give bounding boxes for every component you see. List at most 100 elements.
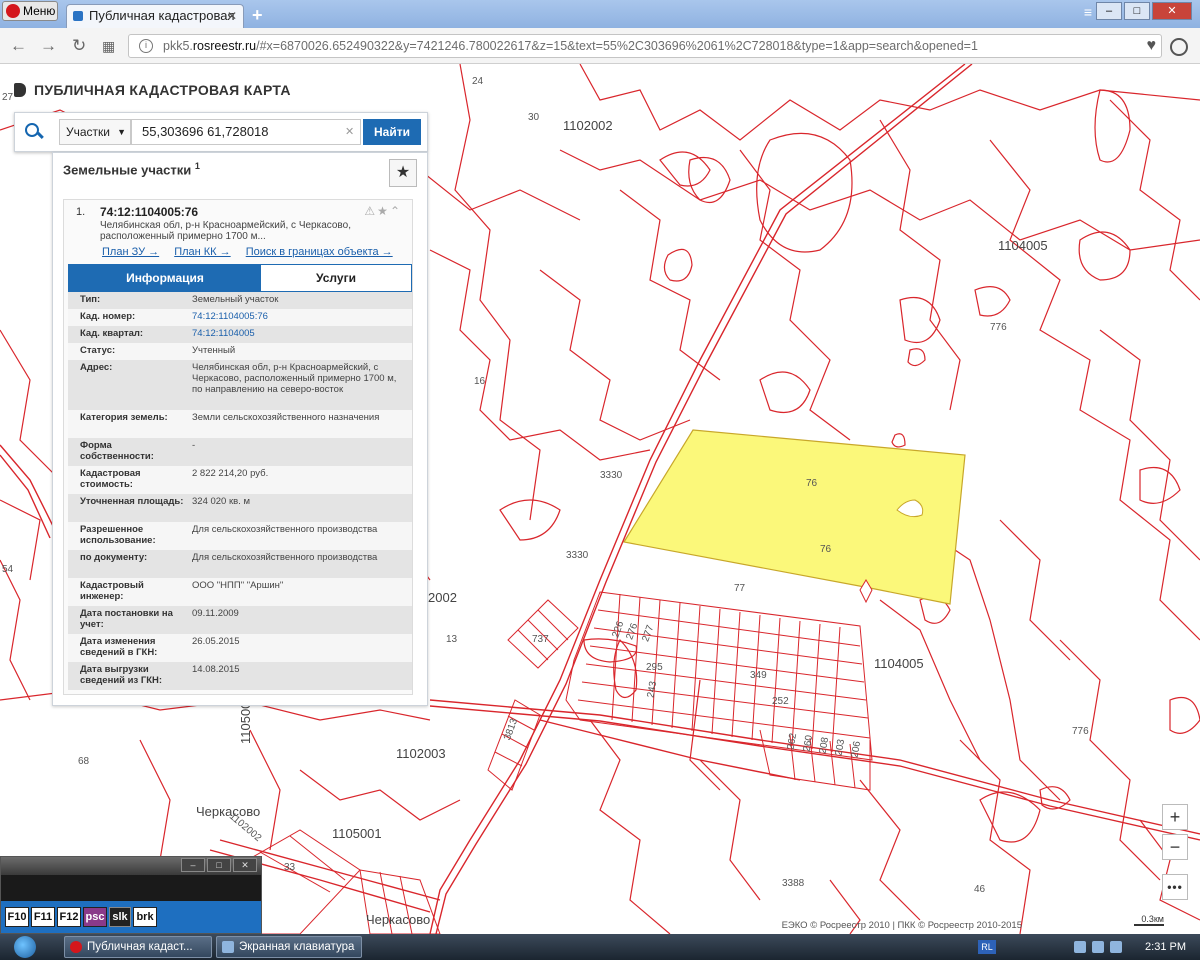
favorite-star-button[interactable]: ★	[389, 159, 417, 187]
clock[interactable]: 2:31 PM	[1145, 934, 1186, 960]
search-type-dropdown[interactable]: Участки ▼	[59, 119, 131, 145]
close-window-icon[interactable]: ✕	[1152, 2, 1192, 20]
back-icon[interactable]: ←	[10, 36, 27, 56]
info-value: 324 020 кв. м	[192, 496, 250, 507]
close-tab-icon[interactable]: ✕	[227, 5, 237, 27]
parcel-index: 1.	[76, 206, 86, 218]
address-bar[interactable]: i pkk5.rosreestr.ru/#x=6870026.652490322…	[128, 34, 1162, 58]
info-key: Категория земель:	[80, 412, 168, 423]
tab-title: Публичная кадастровая	[89, 8, 235, 23]
zoom-out-button[interactable]: −	[1162, 834, 1188, 860]
language-indicator[interactable]: RL	[978, 940, 996, 954]
key-f10[interactable]: F10	[5, 907, 29, 927]
info-row-status: Статус: Учтенный	[68, 343, 412, 360]
info-row-area: Уточненная площадь: 324 020 кв. м	[68, 494, 412, 522]
info-row-registration-date: Дата постановки на учет: 09.11.2009	[68, 606, 412, 634]
browser-tab-strip: Меню Публичная кадастровая ✕ + ≡ – □ ✕	[0, 0, 1200, 28]
minimize-icon[interactable]: –	[1096, 2, 1122, 20]
keyboard-icon	[222, 941, 234, 953]
find-button[interactable]: Найти	[363, 119, 421, 145]
downloads-icon[interactable]	[1170, 38, 1188, 56]
system-tray: RL 2:31 PM	[952, 934, 1192, 960]
taskbar-item-browser[interactable]: Публичная кадаст...	[64, 936, 212, 958]
star-icon[interactable]: ★	[377, 204, 390, 218]
key-f11[interactable]: F11	[31, 907, 55, 927]
start-button[interactable]	[6, 934, 46, 960]
favicon-icon	[73, 11, 83, 21]
osk-window-controls: – □ ✕	[181, 858, 257, 872]
info-key: Тип:	[80, 294, 101, 305]
osk-titlebar[interactable]: – □ ✕	[1, 857, 261, 875]
url-prefix: pkk5.	[163, 39, 193, 53]
windows-taskbar: Публичная кадаст... Экранная клавиатура …	[0, 934, 1200, 960]
key-psc[interactable]: psc	[83, 907, 107, 927]
map-label-1105001: 1105001	[332, 826, 382, 841]
info-key: Кад. квартал:	[80, 328, 144, 339]
zoom-in-button[interactable]: +	[1162, 804, 1188, 830]
map-label-3330b: 3330	[566, 550, 589, 561]
search-in-bounds-link[interactable]: Поиск в границах объекта →	[246, 246, 393, 258]
more-tools-button[interactable]: •••	[1162, 874, 1188, 900]
volume-icon[interactable]	[1092, 941, 1104, 953]
speed-dial-icon[interactable]: ▦	[102, 38, 115, 55]
search-icon[interactable]	[23, 121, 47, 143]
info-value: ООО "НПП" "Аршин"	[192, 580, 284, 591]
collapse-icon[interactable]: ⌃	[390, 204, 402, 218]
info-key: Дата выгрузки сведений из ГКН:	[80, 664, 163, 686]
info-value: Для сельскохозяйственного производства	[192, 552, 378, 563]
map-zoom-controls: + − •••	[1162, 804, 1188, 904]
parcel-cadastral-number[interactable]: 74:12:1104005:76	[100, 205, 198, 219]
map-label-2002: 2002	[428, 590, 457, 605]
info-row-permitted-use: Разрешенное использование: Для сельскохо…	[68, 522, 412, 550]
osk-minimize-icon[interactable]: –	[181, 858, 205, 872]
info-value-link[interactable]: 74:12:1104005:76	[192, 311, 402, 322]
key-brk[interactable]: brk	[133, 907, 157, 927]
tray-icons	[1074, 941, 1122, 953]
taskbar-item-keyboard[interactable]: Экранная клавиатура	[216, 936, 362, 958]
info-row-land-category: Категория земель: Земли сельскохозяйстве…	[68, 410, 412, 438]
map-label-1102002: 1102002	[563, 118, 613, 133]
clear-search-icon[interactable]: ✕	[345, 125, 354, 138]
tab-list-icon[interactable]: ≡	[1084, 4, 1092, 20]
reload-icon[interactable]: ↻	[72, 36, 86, 56]
on-screen-keyboard: – □ ✕ F10 F11 F12 psc slk brk	[0, 856, 262, 934]
osk-maximize-icon[interactable]: □	[207, 858, 231, 872]
info-value: Земельный участок	[192, 294, 279, 305]
maximize-icon[interactable]: □	[1124, 2, 1150, 20]
tab-information[interactable]: Информация	[69, 265, 261, 291]
key-f12[interactable]: F12	[57, 907, 81, 927]
map-label-33: 33	[284, 862, 296, 873]
app-title: ПУБЛИЧНАЯ КАДАСТРОВАЯ КАРТА	[34, 82, 291, 98]
search-input[interactable]: 55,303696 61,728018	[131, 119, 361, 145]
map-label-13: 13	[446, 634, 458, 645]
info-value-link[interactable]: 74:12:1104005	[192, 328, 402, 339]
key-slk[interactable]: slk	[109, 907, 131, 927]
new-tab-icon[interactable]: +	[252, 5, 263, 26]
site-info-icon[interactable]: i	[139, 39, 153, 53]
opera-menu-button[interactable]: Меню	[2, 1, 58, 21]
parcel-tabs: Информация Услуги	[68, 264, 412, 292]
plan-zu-link[interactable]: План ЗУ →	[102, 246, 159, 258]
info-key: Уточненная площадь:	[80, 496, 184, 507]
plan-kk-link[interactable]: План КК →	[174, 246, 230, 258]
map-label-68: 68	[78, 756, 90, 767]
info-value: 09.11.2009	[192, 608, 239, 619]
osk-close-icon[interactable]: ✕	[233, 858, 257, 872]
info-value: 26.05.2015	[192, 636, 240, 647]
map-label-3388: 3388	[782, 878, 805, 889]
browser-tab[interactable]: Публичная кадастровая ✕	[66, 4, 244, 28]
parcel-card-tools: ⚠★⌃	[364, 204, 402, 218]
info-row-address: Адрес: Челябинская обл, р-н Красноармейс…	[68, 360, 412, 410]
warning-icon[interactable]: ⚠	[364, 204, 377, 218]
search-type-label: Участки	[66, 125, 110, 139]
battery-icon[interactable]	[1110, 941, 1122, 953]
osk-keys-row: F10 F11 F12 psc slk brk	[1, 901, 261, 933]
forward-icon[interactable]: →	[40, 36, 57, 56]
map-label-76: 76	[806, 478, 818, 489]
bookmark-heart-icon[interactable]: ♥	[1147, 37, 1157, 55]
url-rest: /#x=6870026.652490322&y=7421246.78002261…	[256, 39, 978, 53]
info-key: Дата постановки на учет:	[80, 608, 173, 630]
network-icon[interactable]	[1074, 941, 1086, 953]
tab-services[interactable]: Услуги	[261, 265, 411, 291]
map-label-30: 30	[528, 112, 540, 123]
